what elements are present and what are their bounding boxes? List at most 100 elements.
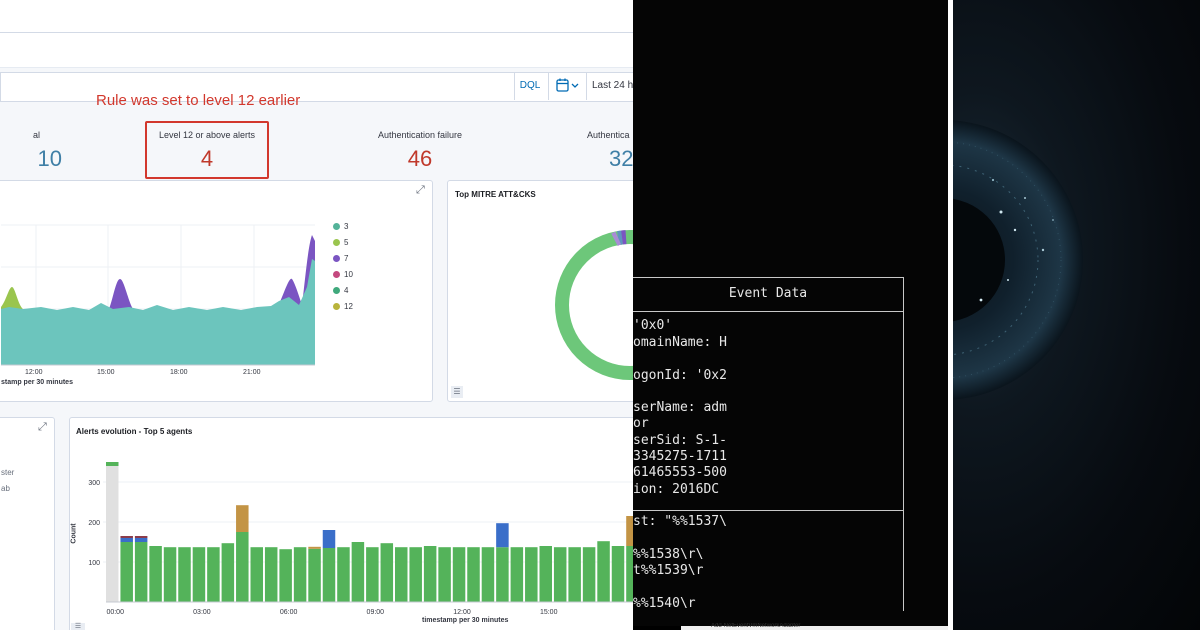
eye-closeup-photo <box>953 0 1200 630</box>
legend-label: 3 <box>344 222 349 231</box>
light-speck <box>1007 279 1009 281</box>
legend-label: 10 <box>344 270 353 279</box>
terminal-line: omainName: H <box>633 335 727 350</box>
x-tick-label: 00:00 <box>106 609 124 616</box>
bar-segment <box>236 532 249 602</box>
top-header-bar <box>0 0 633 33</box>
alert-level-area-chart <box>1 224 315 366</box>
legend-item[interactable]: 12 <box>333 302 353 311</box>
legend-toggle-icon[interactable]: ☰ <box>71 623 85 630</box>
terminal-line: 3345275-1711 <box>633 449 727 464</box>
light-speck <box>1052 219 1054 221</box>
legend-label: 7 <box>344 254 349 263</box>
bar-segment <box>626 546 633 602</box>
series-area-level-3 <box>1 259 315 365</box>
legend-item[interactable]: 5 <box>333 238 348 247</box>
y-tick-label: 100 <box>88 560 100 567</box>
terminal-line: ion: 2016DC <box>633 482 720 497</box>
panel-title: Top MITRE ATT&CKS <box>455 190 536 199</box>
bar-segment <box>264 547 278 602</box>
bar-segment <box>582 547 596 602</box>
panel-title: Alerts evolution - Top 5 agents <box>76 427 193 436</box>
terminal-line: %%1538\r\ <box>633 547 704 562</box>
legend-dot <box>333 239 340 246</box>
terminal-line: 61465553-500 <box>633 465 727 480</box>
y-tick-label: 200 <box>88 520 100 527</box>
x-tick-label: 21:00 <box>243 369 261 376</box>
bar-segment <box>525 547 538 602</box>
bar-segment <box>351 542 365 602</box>
series-area-level-7 <box>109 279 133 309</box>
bar-segment <box>597 541 610 602</box>
expand-icon[interactable]: ⤢ <box>416 184 425 197</box>
y-tick-label: 300 <box>88 480 100 487</box>
dql-toggle-button[interactable]: DQL <box>514 72 545 100</box>
stat-authentication-failure: Authentication failure 46 <box>360 130 480 172</box>
bar-segment <box>163 547 177 602</box>
bar-segment <box>452 547 466 602</box>
light-speck <box>1024 197 1026 199</box>
legend-item[interactable]: 7 <box>333 254 348 263</box>
expand-icon[interactable]: ⤢ <box>38 421 47 434</box>
legend-dot <box>333 271 340 278</box>
alerts-evolution-bar-chart: 100 200 300 00:00 03:00 06:00 09:00 12:00 15:00 <box>88 462 633 616</box>
top-mitre-panel: Top MITRE ATT&CKS ☰ <box>447 180 633 402</box>
box-border <box>903 509 904 611</box>
donut-slice <box>555 230 633 380</box>
x-tick-label: 12:00 <box>453 609 471 616</box>
donut-slice <box>611 231 622 247</box>
bar-segment <box>423 546 437 602</box>
bar-segment <box>308 548 321 602</box>
bar-segment <box>236 505 249 532</box>
bar-segment <box>568 547 581 602</box>
security-dashboard: DQL Last 24 h Rule was set to level 12 e… <box>0 0 633 630</box>
bar-segment <box>626 516 633 546</box>
terminal-line: %%1540\r <box>633 596 696 611</box>
bar-segment <box>134 542 148 602</box>
legend-item[interactable]: 3 <box>333 222 348 231</box>
donut-slice <box>617 230 623 245</box>
x-tick-label: 03:00 <box>193 609 211 616</box>
date-range-display[interactable]: Last 24 h <box>586 72 633 100</box>
light-speck <box>999 210 1003 214</box>
bar-segment <box>553 547 567 602</box>
bar-segment <box>467 547 480 602</box>
stat-label: al <box>32 130 40 140</box>
legend-dot <box>333 303 340 310</box>
bar-segment <box>380 543 394 602</box>
terminal-line: serName: adm <box>633 400 727 415</box>
date-picker-button[interactable] <box>548 72 585 100</box>
agent-list-item[interactable]: ster <box>1 468 14 477</box>
terminal-bottom-text: Add-NetEventVmNetworkAdapter <box>711 623 801 627</box>
bar-segment <box>250 547 263 602</box>
bar-segment <box>611 546 625 602</box>
bar-segment <box>134 536 148 538</box>
bar-segment <box>322 530 336 548</box>
x-tick-label: 15:00 <box>97 369 115 376</box>
terminal-line: serSid: S-1- <box>633 433 727 448</box>
highlight-box <box>145 121 269 179</box>
agent-list-item[interactable]: ab <box>1 484 10 493</box>
legend-item[interactable]: 10 <box>333 270 353 279</box>
mitre-donut-chart <box>555 230 633 380</box>
navigation-bar <box>0 33 633 68</box>
terminal-line: ogonId: '0x2 <box>633 368 727 383</box>
bar-segment <box>337 547 350 602</box>
legend-label: 4 <box>344 286 349 295</box>
bar-segment <box>395 547 408 602</box>
bar-segment <box>539 546 552 602</box>
bar-segment <box>510 547 524 602</box>
bar-segment <box>496 547 509 602</box>
legend-label: 12 <box>344 302 353 311</box>
legend-dot <box>333 287 340 294</box>
light-speck <box>979 298 983 302</box>
legend-label: 5 <box>344 238 349 247</box>
bar-segment <box>207 547 220 602</box>
annotation-text: Rule was set to level 12 earlier <box>96 92 301 109</box>
bar-segment <box>120 536 133 538</box>
terminal-window: Event Data '0x0' omainName: H ogonId: '0… <box>633 0 948 626</box>
bar-segment <box>409 547 422 602</box>
bar-segment <box>481 547 495 602</box>
legend-toggle-icon[interactable]: ☰ <box>451 386 463 398</box>
legend-item[interactable]: 4 <box>333 286 348 295</box>
